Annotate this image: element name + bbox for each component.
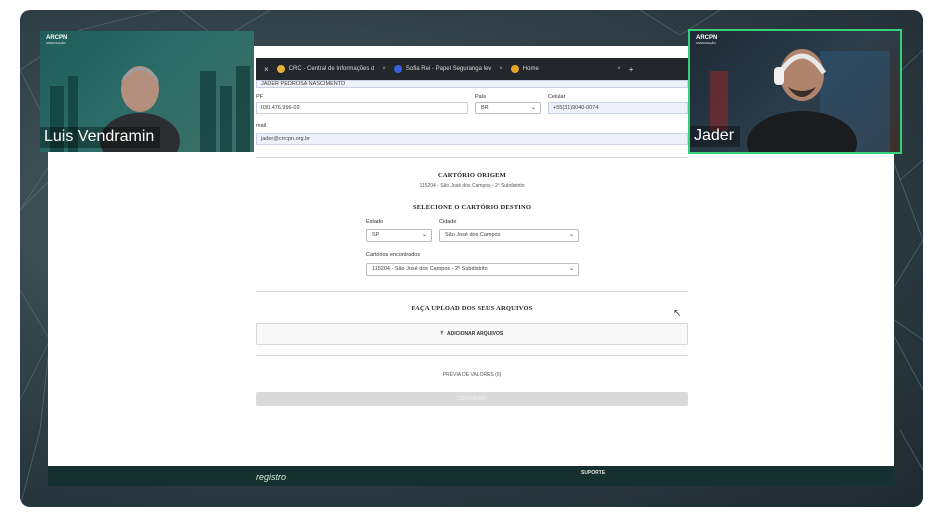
participant-video-jader[interactable]: ARCPN ASSOCIAÇÃO Jader xyxy=(688,29,902,154)
site-footer: registro SUPORTE xyxy=(48,466,894,486)
browser-tab-home[interactable]: Home × xyxy=(510,65,621,73)
origem-value: 115204 - São José dos Campos - 2º Subdis… xyxy=(419,183,525,189)
browser-tab-crc[interactable]: CRC - Central de Informações d × xyxy=(276,65,386,73)
close-icon[interactable]: × xyxy=(499,66,503,72)
mouse-cursor-icon: ↖ xyxy=(673,308,682,319)
browser-tab-sofia[interactable]: Sofia Rei - Papel Seguranga lev × xyxy=(393,65,503,73)
participant-name-jader: Jader xyxy=(690,126,741,147)
new-tab-button[interactable]: + xyxy=(629,65,634,74)
name-field[interactable]: JADER PEDROSA NASCIMENTO xyxy=(256,80,688,88)
tab-favicon-icon xyxy=(393,65,402,73)
cartorios-value: 115204 - São José dos Campos - 2º Subdis… xyxy=(372,266,488,272)
pais-label: País xyxy=(475,94,487,100)
tab-close-icon[interactable]: × xyxy=(264,65,269,74)
origem-title: CARTÓRIO ORIGEM xyxy=(438,172,506,179)
upload-title: FAÇA UPLOAD DOS SEUS ARQUIVOS xyxy=(411,305,533,312)
participant-brand-logo: ARCPN ASSOCIAÇÃO xyxy=(696,35,718,45)
tab-label: Sofia Rei - Papel Seguranga lev xyxy=(405,66,492,72)
encontrados-label: Cartórios encontrados xyxy=(366,252,421,258)
chevron-down-icon: ⌄ xyxy=(530,105,536,111)
cidade-label: Cidade xyxy=(439,219,457,225)
chevron-down-icon: ⌄ xyxy=(568,232,574,238)
cpf-field[interactable]: 030.476.996-09 xyxy=(256,102,468,114)
tab-favicon-icon xyxy=(510,65,519,73)
meeting-stage: × CRC - Central de Informações d × Sofia… xyxy=(20,10,923,507)
tab-label: Home xyxy=(522,66,539,72)
divider xyxy=(256,355,688,356)
add-files-label: ADICIONAR ARQUIVOS xyxy=(447,331,504,337)
celular-field[interactable]: +55(31)9040-0074 xyxy=(548,102,688,114)
cpf-label: PF xyxy=(256,94,264,100)
footer-suporte[interactable]: SUPORTE xyxy=(581,470,605,476)
participant-brand-logo: ARCPN ASSOCIAÇÃO xyxy=(46,35,68,45)
tab-favicon-icon xyxy=(276,65,285,73)
chevron-down-icon: ⌄ xyxy=(421,232,427,238)
estado-label: Estado xyxy=(366,219,384,225)
divider xyxy=(256,291,688,292)
cidade-value: São José dos Campos xyxy=(445,232,501,238)
celular-label: Celular xyxy=(548,94,566,100)
destino-title: SELECIONE O CARTÓRIO DESTINO xyxy=(412,204,532,211)
cartorios-select[interactable]: 115204 - São José dos Campos - 2º Subdis… xyxy=(366,263,579,276)
upload-icon: ⤒ xyxy=(440,331,443,337)
close-icon[interactable]: × xyxy=(382,66,386,72)
divider xyxy=(256,157,688,158)
pais-value: BR xyxy=(481,105,489,111)
close-icon[interactable]: × xyxy=(617,66,621,72)
preview-label: PRÉVIA DE VALORES (0) xyxy=(442,372,502,378)
footer-logo: registro xyxy=(256,472,287,482)
add-files-button[interactable]: ⤒ ADICIONAR ARQUIVOS xyxy=(256,323,688,345)
participant-name-luis: Luis Vendramin xyxy=(40,127,161,148)
participant-video-luis[interactable]: ARCPN ASSOCIAÇÃO Luis Vendramin xyxy=(40,31,254,152)
email-label: mail xyxy=(256,123,267,129)
pais-select[interactable]: BR ⌄ xyxy=(475,102,541,114)
continue-button[interactable]: CONTINUAR xyxy=(256,392,688,406)
chevron-down-icon: ⌄ xyxy=(568,266,574,272)
cidade-select[interactable]: São José dos Campos ⌄ xyxy=(439,229,579,242)
estado-select[interactable]: SP ⌄ xyxy=(366,229,432,242)
tab-label: CRC - Central de Informações d xyxy=(288,66,375,72)
email-field[interactable]: jader@crrcpn.org.br xyxy=(256,133,688,145)
estado-value: SP xyxy=(372,232,380,238)
